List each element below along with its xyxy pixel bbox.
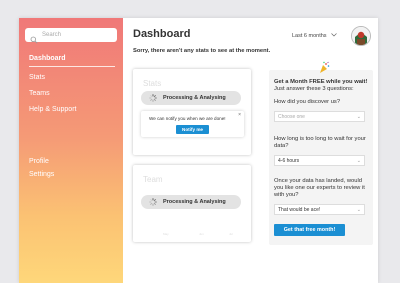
get-free-month-button[interactable]: Get that free month! <box>274 224 345 236</box>
sidebar-item-label: Stats <box>29 74 45 81</box>
page-title: Dashboard <box>133 28 191 40</box>
sidebar-item-profile[interactable]: Profile <box>29 158 49 165</box>
status-label: Processing & Analysing <box>163 95 226 101</box>
promo-heading: Get a Month FREE while you wait! <box>274 79 368 85</box>
period-select[interactable]: Last 6 months <box>292 33 337 39</box>
promo-subheading: Just answer these 3 questions: <box>274 86 354 92</box>
notify-me-button[interactable]: Notify me <box>176 125 209 134</box>
sidebar-item-label: Teams <box>29 90 50 97</box>
chevron-down-icon: ⌄ <box>356 157 361 164</box>
card-title: Team <box>143 175 163 184</box>
axis-label: May <box>163 232 169 236</box>
app-window: Search Dashboard Stats Teams Help & Supp… <box>19 18 378 283</box>
processing-status: Processing & Analysing <box>141 195 241 209</box>
sidebar-item-label: Profile <box>29 158 49 165</box>
question-3: Once your data has landed, would you lik… <box>274 178 365 198</box>
question-2: How long is too long to wait for your da… <box>274 136 366 149</box>
axis-label: Jun <box>199 232 204 236</box>
question-1: How did you discover us? <box>274 99 341 105</box>
sidebar-item-teams[interactable]: Teams <box>29 90 50 97</box>
search-input[interactable]: Search <box>25 28 117 44</box>
search-placeholder: Search <box>42 32 62 38</box>
party-popper-icon <box>317 61 331 75</box>
promo-panel: Get a Month FREE while you wait! Just an… <box>269 61 373 245</box>
team-card: Team Processing & Analysing May Jun Jul <box>133 165 251 242</box>
search-icon <box>30 31 38 44</box>
chevron-down-icon: ⌄ <box>356 206 361 213</box>
sidebar-item-help-support[interactable]: Help & Support <box>29 106 76 113</box>
spinner-icon <box>149 94 157 102</box>
notify-popup: × We can notify you when we are done! No… <box>141 111 244 137</box>
spinner-icon <box>149 198 157 206</box>
chevron-down-icon: ⌄ <box>356 113 361 120</box>
empty-notice: Sorry, there aren't any stats to see at … <box>133 48 271 54</box>
sidebar-item-label: Settings <box>29 171 55 178</box>
select-value: Choose one <box>278 113 305 120</box>
period-label: Last 6 months <box>292 33 327 39</box>
main-content: Dashboard Last 6 months Sorry, there are… <box>123 18 378 283</box>
sidebar-item-label: Dashboard <box>29 55 66 62</box>
avatar[interactable] <box>351 26 371 46</box>
card-title: Stats <box>143 79 162 88</box>
active-underline <box>29 66 115 67</box>
notify-text: We can notify you when we are done! <box>149 116 226 121</box>
sidebar-item-settings[interactable]: Settings <box>29 171 54 178</box>
axis-label: Jul <box>229 232 233 236</box>
sidebar: Search Dashboard Stats Teams Help & Supp… <box>19 18 123 283</box>
close-icon[interactable]: × <box>238 112 241 118</box>
sidebar-item-dashboard[interactable]: Dashboard <box>29 55 115 67</box>
sidebar-item-label: Help & Support <box>29 106 77 113</box>
select-value: 4-6 hours <box>278 157 300 164</box>
chevron-down-icon <box>330 33 337 39</box>
processing-status: Processing & Analysing <box>141 91 241 105</box>
discovery-select[interactable]: Choose one ⌄ <box>274 111 365 122</box>
expert-review-select[interactable]: That would be ace! ⌄ <box>274 204 365 215</box>
select-value: That would be ace! <box>278 206 321 213</box>
stats-card: Stats Processing & Analysing × We can no… <box>133 69 251 155</box>
status-label: Processing & Analysing <box>163 199 226 205</box>
wait-time-select[interactable]: 4-6 hours ⌄ <box>274 155 365 166</box>
sidebar-item-stats[interactable]: Stats <box>29 74 45 81</box>
